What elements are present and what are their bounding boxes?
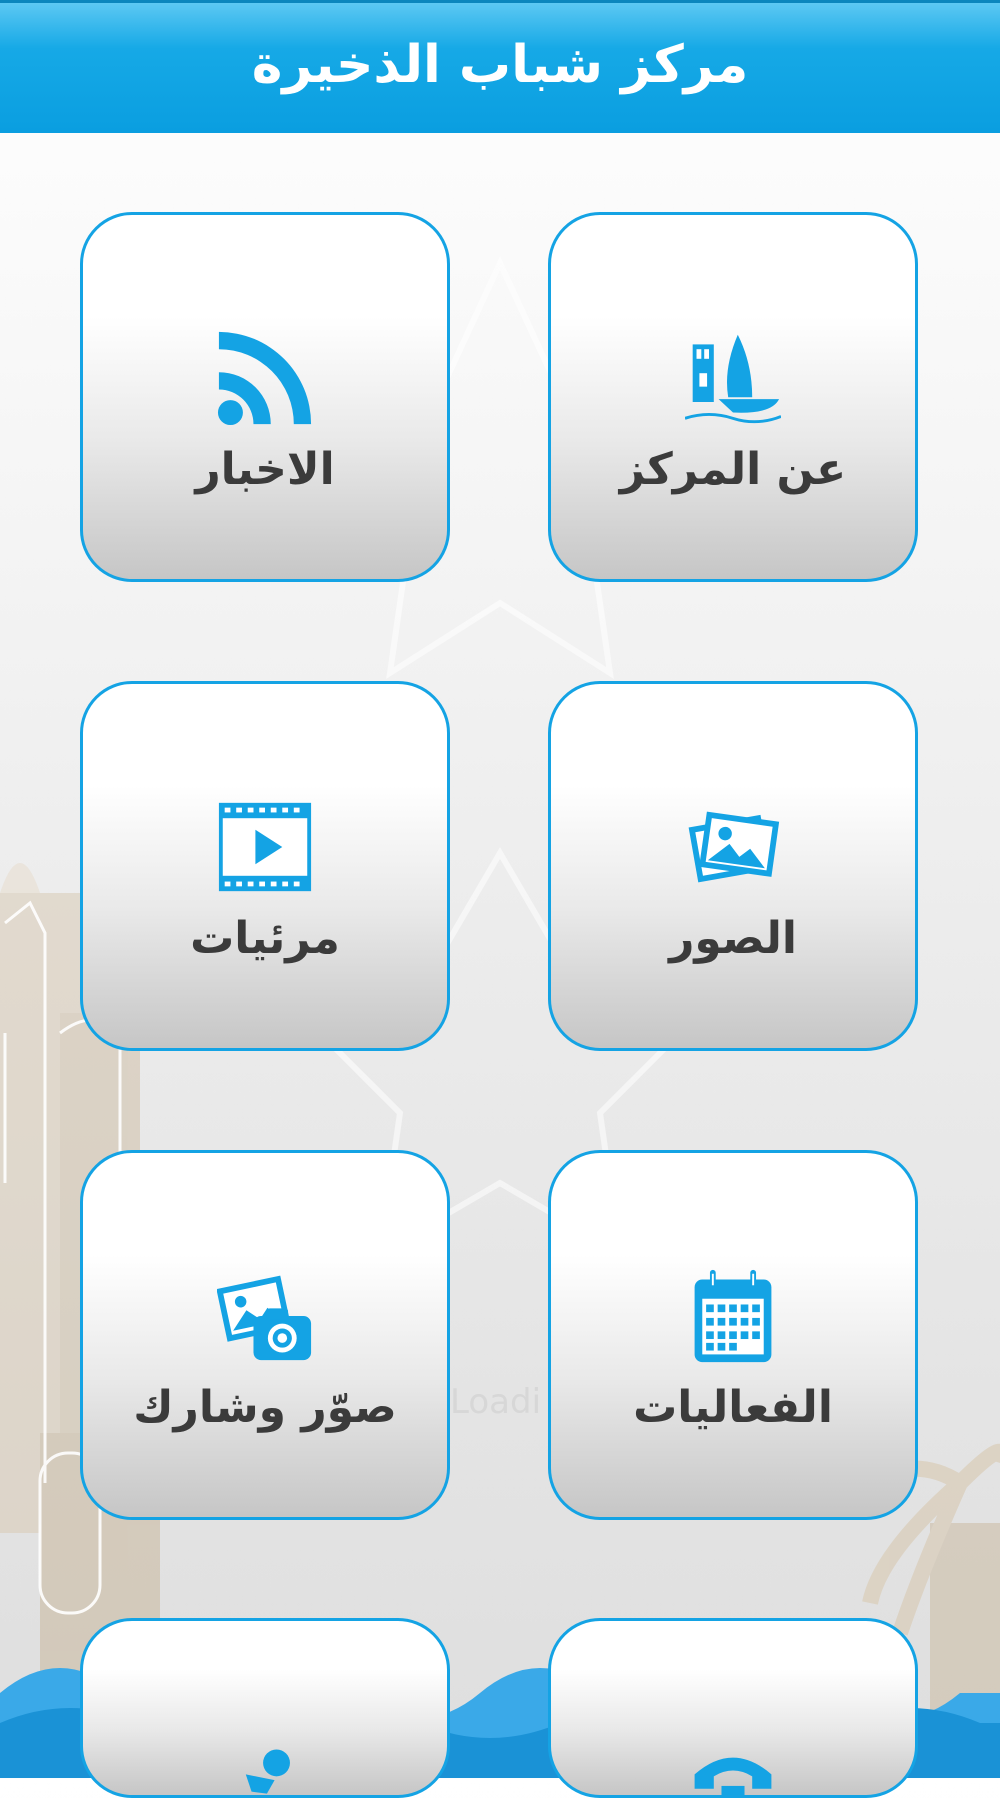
tile-label: صوّر وشارك (133, 1382, 397, 1433)
app-header: مركز شباب الذخيرة (0, 0, 1000, 133)
calendar-icon (685, 1268, 781, 1364)
loading-text: Loadi (450, 1382, 542, 1422)
camera-share-icon (217, 1268, 313, 1364)
tile-label: الاخبار (195, 444, 335, 495)
tile-label: عن المركز (619, 444, 847, 495)
tile-label: الفعاليات (633, 1382, 833, 1433)
tile-videos[interactable]: مرئيات (80, 681, 450, 1051)
tile-about-center[interactable]: عن المركز (548, 212, 918, 582)
tile-events[interactable]: الفعاليات (548, 1150, 918, 1520)
tile-shoot-share[interactable]: صوّر وشارك (80, 1150, 450, 1520)
rss-feed-icon (217, 330, 313, 426)
boat-tower-icon (685, 330, 781, 426)
tile-label: الصور (669, 913, 797, 964)
person-icon (217, 1736, 313, 1795)
tile-label: مرئيات (190, 913, 340, 964)
photos-icon (685, 799, 781, 895)
phone-icon (685, 1736, 781, 1795)
video-film-icon (217, 799, 313, 895)
tile-members[interactable] (80, 1618, 450, 1798)
tile-news[interactable]: الاخبار (80, 212, 450, 582)
tile-photos[interactable]: الصور (548, 681, 918, 1051)
tile-contact[interactable] (548, 1618, 918, 1798)
header-title: مركز شباب الذخيرة (251, 35, 749, 95)
